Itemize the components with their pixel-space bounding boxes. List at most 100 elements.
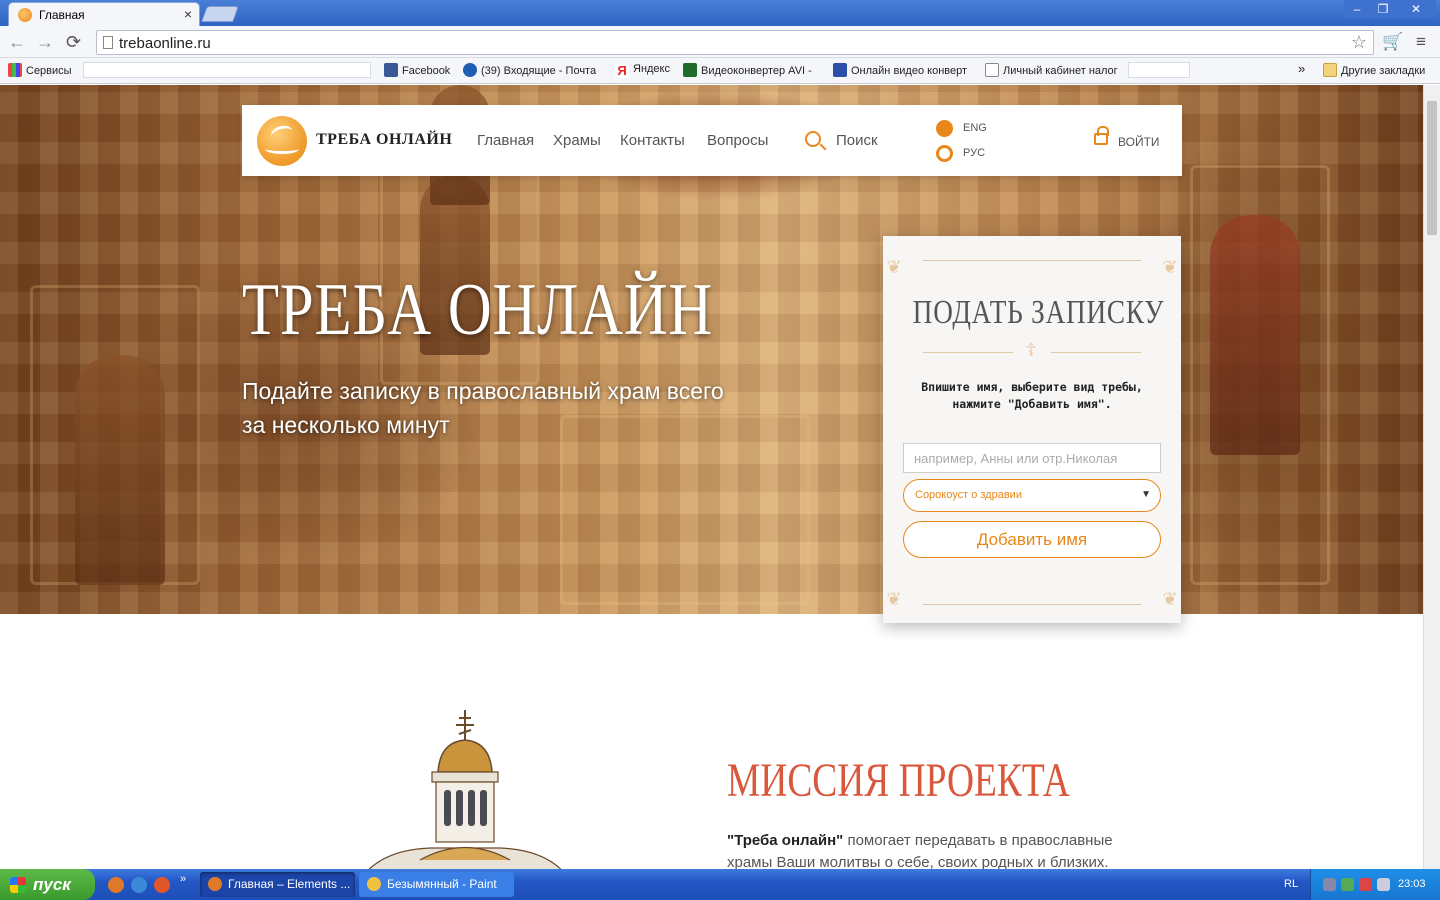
dropdown-arrow-icon: ▼	[1141, 489, 1151, 500]
lang-rus-label[interactable]: РУС	[963, 147, 985, 159]
nav-link-contacts[interactable]: Контакты	[620, 132, 685, 149]
browser-menu-icon[interactable]: ≡	[1416, 32, 1426, 52]
nav-link-questions[interactable]: Вопросы	[707, 132, 768, 149]
hero-section: ТРЕБА ОНЛАЙН Главная Храмы Контакты Вопр…	[0, 85, 1423, 614]
treba-type-select[interactable]: Сорокоуст о здравии ▼	[903, 479, 1161, 512]
yandex-icon: Я	[615, 64, 629, 78]
hero-background-figure	[75, 355, 165, 585]
bookmark-apps[interactable]: Сервисы	[8, 63, 72, 77]
quicklaunch-overflow-icon[interactable]: »	[180, 873, 186, 885]
add-name-button[interactable]: Добавить имя	[903, 521, 1161, 558]
lang-rus-radio[interactable]	[936, 145, 953, 162]
bookmarks-overflow-icon[interactable]: »	[1298, 61, 1305, 76]
page-viewport: ТРЕБА ОНЛАЙН Главная Храмы Контакты Вопр…	[0, 85, 1423, 869]
lock-icon[interactable]	[1094, 126, 1109, 145]
divider	[923, 352, 1013, 353]
bookmark-star-icon[interactable]: ☆	[1351, 32, 1367, 53]
language-indicator[interactable]: RL	[1284, 878, 1298, 890]
name-input[interactable]	[903, 443, 1161, 473]
os-taskbar: пуск » Главная – Elements ... Безымянный…	[0, 869, 1440, 900]
network-icon[interactable]	[1377, 878, 1390, 891]
bookmark-video-converter-avi[interactable]: Видеоконвертер AVI -	[683, 63, 812, 77]
folder-icon	[1323, 63, 1337, 77]
divider	[923, 604, 1141, 605]
divider	[923, 260, 1141, 261]
nav-link-temples[interactable]: Храмы	[553, 132, 601, 149]
new-tab-button[interactable]	[201, 6, 239, 22]
taskbar-clock[interactable]: 23:03	[1398, 878, 1426, 890]
start-button[interactable]: пуск	[0, 869, 95, 900]
bookmark-online-video-converter[interactable]: Онлайн видео конверт	[833, 63, 967, 77]
scrollbar-thumb[interactable]	[1427, 101, 1437, 235]
window-minimize-button[interactable]: –	[1344, 0, 1370, 18]
taskbar-item-paint[interactable]: Безымянный - Paint	[359, 872, 514, 897]
mail-icon	[463, 63, 477, 77]
apps-icon	[8, 63, 22, 77]
hero-background-panel	[560, 415, 810, 605]
cart-extension-icon[interactable]: 🛒	[1382, 32, 1403, 52]
nav-link-home[interactable]: Главная	[477, 132, 534, 149]
windows-logo-icon	[10, 877, 26, 893]
lang-eng-label[interactable]: ENG	[963, 122, 987, 134]
treba-type-selected: Сорокоуст о здравии	[915, 489, 1022, 501]
bookmark-mail[interactable]: (39) Входящие - Почта	[463, 63, 596, 77]
note-form-card: ❦ ❦ ❦ ❦ ПОДАТЬ ЗАПИСКУ ☦ Впишите имя, вы…	[883, 236, 1181, 623]
hero-subtitle: Подайте записку в православный храм всег…	[242, 378, 724, 438]
note-form-title: ПОДАТЬ ЗАПИСКУ	[912, 294, 1165, 331]
tray-app-icon[interactable]	[1359, 878, 1372, 891]
corner-ornament-icon: ❦	[1162, 589, 1178, 609]
paint-icon	[367, 877, 381, 891]
back-icon[interactable]: ←	[8, 32, 26, 53]
video-icon	[683, 63, 697, 77]
window-close-button[interactable]: ✕	[1396, 0, 1436, 18]
bookmark-tax-cabinet[interactable]: Личный кабинет налог	[985, 63, 1118, 77]
site-favicon-icon	[18, 8, 32, 22]
tray-app-icon[interactable]	[1323, 878, 1336, 891]
tray-app-icon[interactable]	[1341, 878, 1354, 891]
site-logo-icon[interactable]	[257, 116, 307, 166]
login-link[interactable]: ВОЙТИ	[1118, 135, 1160, 149]
video-icon	[833, 63, 847, 77]
window-maximize-button[interactable]: ❐	[1370, 0, 1396, 18]
corner-ornament-icon: ❦	[1162, 257, 1178, 277]
site-header: ТРЕБА ОНЛАЙН Главная Храмы Контакты Вопр…	[242, 105, 1182, 176]
lang-eng-radio[interactable]	[936, 120, 953, 137]
bookmark-yandex[interactable]: Я Яндекс	[615, 63, 670, 78]
tab-close-icon[interactable]: ×	[184, 6, 192, 22]
divider	[1051, 352, 1141, 353]
reload-icon[interactable]: ⟳	[66, 32, 81, 53]
facebook-icon	[384, 63, 398, 77]
bookmark-blank[interactable]	[1128, 62, 1190, 78]
page-scrollbar[interactable]	[1423, 85, 1440, 869]
church-illustration	[368, 710, 562, 869]
address-url[interactable]: trebaonline.ru	[119, 35, 211, 52]
browser-icon	[208, 877, 222, 891]
search-link[interactable]: Поиск	[836, 132, 878, 149]
bookmarks-bar: Сервисы Facebook (39) Входящие - Почта Я…	[0, 58, 1440, 84]
quicklaunch-firefox-icon[interactable]	[154, 877, 170, 893]
orthodox-cross-icon: ☦	[1025, 340, 1037, 360]
search-icon[interactable]	[805, 131, 821, 147]
mission-brand: "Треба онлайн"	[727, 832, 844, 849]
tab-title: Главная	[39, 8, 85, 22]
site-logo-text[interactable]: ТРЕБА ОНЛАЙН	[316, 131, 452, 149]
page-icon	[103, 36, 113, 49]
browser-title-bar: Главная × – ❐ ✕	[0, 0, 1440, 26]
quicklaunch-ie-icon[interactable]	[131, 877, 147, 893]
bookmark-other[interactable]: Другие закладки	[1323, 63, 1425, 77]
quicklaunch-browser-icon[interactable]	[108, 877, 124, 893]
corner-ornament-icon: ❦	[886, 589, 902, 609]
bookmark-facebook[interactable]: Facebook	[384, 63, 450, 77]
hero-title: ТРЕБА ОНЛАЙН	[242, 269, 714, 351]
page-icon	[985, 63, 999, 77]
note-form-instruction: Впишите имя, выберите вид требы, нажмите…	[921, 380, 1143, 411]
address-bar[interactable]: trebaonline.ru ☆	[96, 30, 1374, 55]
browser-tab[interactable]: Главная ×	[8, 2, 200, 26]
mission-text: "Треба онлайн" помогает передавать в пра…	[727, 830, 1147, 869]
mission-title: МИССИЯ ПРОЕКТА	[727, 754, 1070, 807]
bookmark-blank[interactable]	[83, 62, 371, 78]
browser-toolbar: ← → ⟳ trebaonline.ru ☆ 🛒 ≡	[0, 26, 1440, 58]
forward-icon[interactable]: →	[36, 32, 54, 53]
corner-ornament-icon: ❦	[886, 257, 902, 277]
taskbar-item-browser[interactable]: Главная – Elements ...	[200, 872, 355, 897]
